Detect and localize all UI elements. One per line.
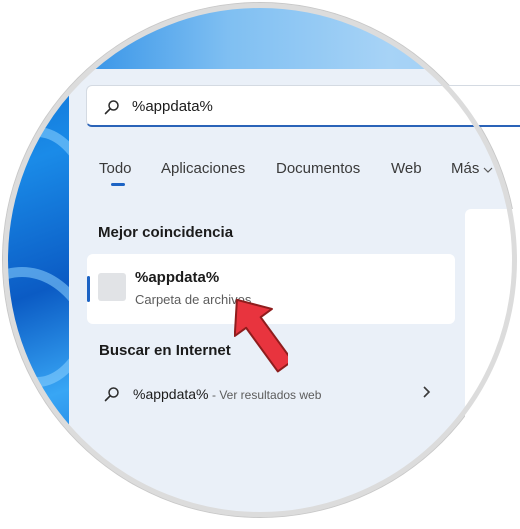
tab-mas[interactable]: Más [451, 160, 479, 177]
best-match-heading: Mejor coincidencia [98, 224, 234, 241]
preview-pane [465, 209, 520, 529]
chevron-down-icon [483, 167, 493, 173]
internet-search-heading: Buscar en Internet [99, 342, 231, 359]
taskbar-glimpse [67, 7, 513, 69]
desktop-wallpaper [7, 7, 107, 513]
web-result-suffix: - Ver resultados web [212, 388, 322, 402]
best-match-title: %appdata% [135, 269, 220, 286]
web-result-query: %appdata% [133, 386, 209, 402]
selection-indicator [87, 276, 90, 302]
active-tab-indicator [111, 183, 125, 186]
tab-documentos[interactable]: Documentos [276, 160, 360, 177]
tab-todo[interactable]: Todo [99, 160, 132, 177]
tab-web[interactable]: Web [391, 160, 422, 177]
tab-aplicaciones[interactable]: Aplicaciones [161, 160, 245, 177]
search-icon [104, 100, 119, 115]
folder-icon [98, 273, 126, 301]
search-icon [104, 387, 119, 402]
search-query-text[interactable]: %appdata% [132, 98, 213, 115]
pointer-arrow-icon [234, 298, 288, 373]
chevron-right-icon[interactable] [422, 385, 432, 399]
